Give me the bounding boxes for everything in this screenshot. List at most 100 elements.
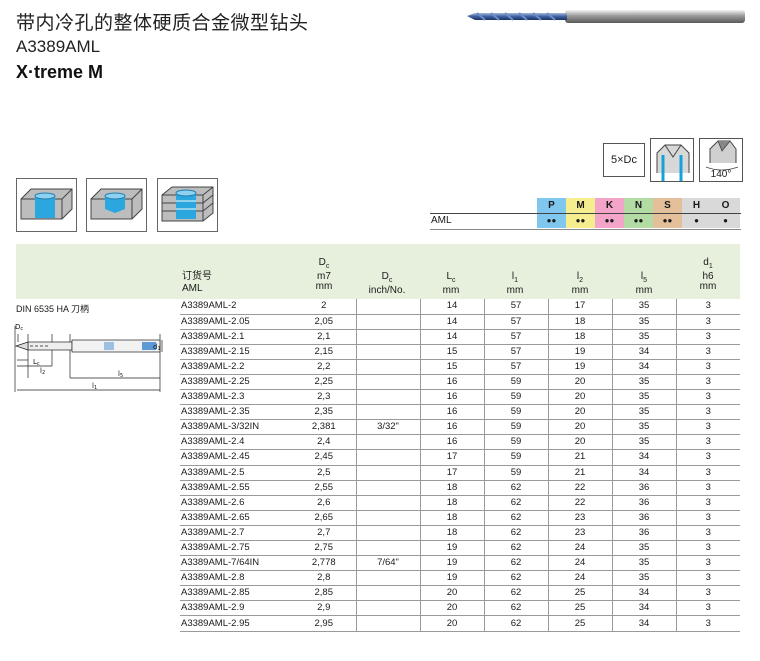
cell-order-no: A3389AML-2.7: [180, 525, 292, 542]
cell-l1: 59: [483, 465, 548, 481]
cell-lc: 19: [419, 570, 484, 587]
cell-dc-mm: 2,7: [292, 525, 356, 542]
cell-order-no: A3389AML-2.3: [180, 389, 292, 406]
product-brand: X·treme M: [16, 62, 104, 82]
rating-o: ●: [711, 213, 740, 228]
cell-l2: 24: [547, 570, 612, 587]
cell-l2: 18: [547, 329, 612, 345]
product-table: A3389AML-2 2 14 57 17 35 3 A3389AML-2.05 2,05 14 5…: [180, 299, 740, 632]
cell-lc: 18: [419, 495, 484, 511]
cell-d1: 3: [675, 555, 740, 572]
table-row: A3389AML-2.5 2,5 17 59 21 34 3: [180, 465, 740, 481]
cell-dc-inch: [355, 449, 420, 466]
cell-l5: 35: [611, 555, 676, 572]
cell-dc-mm: 2,05: [292, 314, 356, 330]
cell-l2: 19: [547, 344, 612, 360]
col-header-dc-mm: Dc m7 mm: [315, 257, 333, 292]
cell-d1: 3: [675, 525, 740, 542]
rating-n: ●●: [624, 213, 653, 228]
cell-l1: 57: [483, 359, 548, 375]
cell-l2: 23: [547, 525, 612, 542]
cell-l1: 62: [483, 615, 548, 632]
rating-s: ●●: [653, 213, 682, 228]
cell-l1: 62: [483, 540, 548, 557]
col-header-d1: d1 h6 mm: [699, 257, 717, 292]
cell-order-no: A3389AML-2.35: [180, 404, 292, 421]
cell-d1: 3: [675, 344, 740, 360]
point-angle-label: 140°: [710, 169, 732, 180]
drill-tip-icon: [705, 140, 739, 171]
cell-l1: 62: [483, 585, 548, 602]
cell-lc: 16: [419, 389, 484, 406]
cell-l5: 34: [611, 615, 676, 632]
cell-dc-mm: 2,5: [292, 465, 356, 481]
cell-l2: 20: [547, 434, 612, 451]
cell-l5: 34: [611, 344, 676, 360]
cell-l2: 24: [547, 555, 612, 572]
cell-l5: 36: [611, 525, 676, 542]
cell-order-no: A3389AML-7/64IN: [180, 555, 292, 572]
cell-d1: 3: [675, 495, 740, 511]
cell-l2: 25: [547, 615, 612, 632]
cell-l5: 34: [611, 359, 676, 375]
cell-d1: 3: [675, 314, 740, 330]
cell-dc-mm: 2,381: [292, 419, 356, 436]
cell-lc: 14: [419, 299, 484, 315]
cell-lc: 16: [419, 434, 484, 451]
cell-dc-inch: 3/32": [355, 419, 420, 436]
cell-dc-mm: 2,3: [292, 389, 356, 406]
cell-l5: 34: [611, 449, 676, 466]
cell-l2: 25: [547, 600, 612, 617]
cell-l1: 62: [483, 510, 548, 526]
cell-order-no: A3389AML-2.6: [180, 495, 292, 511]
through-hole-icon: [16, 178, 77, 232]
material-p: P: [537, 198, 566, 213]
cell-order-no: A3389AML-2.2: [180, 359, 292, 375]
table-row: A3389AML-2 2 14 57 17 35 3: [180, 299, 740, 315]
length-ratio-badge: 5×Dc: [603, 143, 645, 177]
material-header-row: P M K N S H O: [430, 198, 741, 213]
cell-order-no: A3389AML-2.45: [180, 449, 292, 466]
col-header-l5: l5 mm: [635, 271, 653, 296]
cell-dc-mm: 2,25: [292, 374, 356, 391]
divider: [430, 213, 741, 214]
cell-dc-inch: [355, 359, 420, 375]
cell-l5: 35: [611, 329, 676, 345]
cell-l2: 18: [547, 314, 612, 330]
cell-l5: 36: [611, 480, 676, 496]
cell-dc-mm: 2,35: [292, 404, 356, 421]
cell-dc-inch: [355, 314, 420, 330]
col-header-l2: l2 mm: [571, 271, 589, 296]
cell-dc-mm: 2,95: [292, 615, 356, 632]
cell-l1: 57: [483, 329, 548, 345]
cell-dc-mm: 2: [292, 299, 356, 315]
col-header-order-no: 订货号 AML: [182, 271, 212, 294]
cell-l2: 20: [547, 404, 612, 421]
cell-lc: 15: [419, 359, 484, 375]
cell-d1: 3: [675, 299, 740, 315]
cell-order-no: A3389AML-2.15: [180, 344, 292, 360]
cell-l1: 59: [483, 449, 548, 466]
cell-dc-inch: [355, 344, 420, 360]
cell-l2: 21: [547, 449, 612, 466]
cell-l2: 20: [547, 389, 612, 406]
divider: [430, 229, 741, 230]
cell-dc-mm: 2,55: [292, 480, 356, 496]
cell-l1: 62: [483, 525, 548, 542]
cell-l5: 35: [611, 434, 676, 451]
cell-l5: 34: [611, 585, 676, 602]
rating-m: ●●: [566, 213, 595, 228]
cell-order-no: A3389AML-2.75: [180, 540, 292, 557]
cell-l1: 59: [483, 419, 548, 436]
cell-l1: 59: [483, 374, 548, 391]
table-row: A3389AML-2.05 2,05 14 57 18 35 3: [180, 314, 740, 330]
cell-order-no: A3389AML-2.95: [180, 615, 292, 632]
col-header-dc-inch: Dc inch/No.: [368, 271, 406, 296]
shank-standard-label: DIN 6535 HA 刀柄: [16, 304, 90, 314]
rating-p: ●●: [537, 213, 566, 228]
cell-l2: 22: [547, 480, 612, 496]
cell-lc: 15: [419, 344, 484, 360]
cell-l2: 21: [547, 465, 612, 481]
table-row: A3389AML-2.9 2,9 20 62 25 34 3: [180, 600, 740, 617]
cell-l5: 34: [611, 600, 676, 617]
